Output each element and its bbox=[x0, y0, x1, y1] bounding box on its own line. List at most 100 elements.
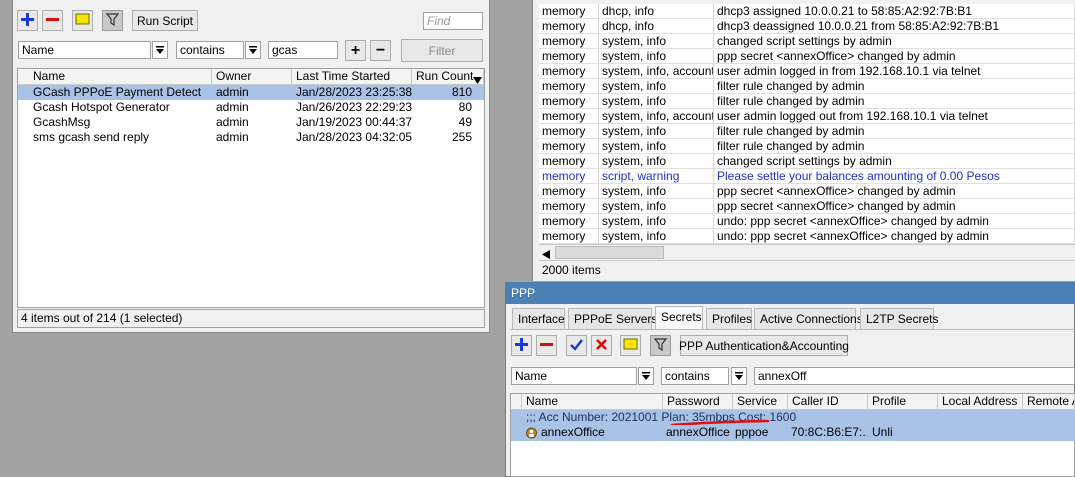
script-name: GCash PPPoE Payment Detect bbox=[33, 85, 202, 99]
log-buffer: memory bbox=[539, 229, 599, 243]
table-row[interactable]: Gcash Hotspot Generator admin Jan/26/2023 … bbox=[18, 100, 484, 115]
x-icon bbox=[595, 338, 608, 354]
table-row[interactable]: GCash PPPoE Payment Detect admin Jan/28/20… bbox=[18, 85, 484, 100]
log-row[interactable]: memory system, info, account user admin lo… bbox=[539, 64, 1075, 79]
log-message: filter rule changed by admin bbox=[714, 94, 1075, 108]
remove-filter-button[interactable]: − bbox=[370, 40, 391, 61]
tab-profiles[interactable]: Profiles bbox=[706, 308, 752, 330]
ppp-titlebar[interactable]: PPP bbox=[505, 282, 1075, 304]
log-topics: system, info bbox=[599, 94, 714, 108]
log-row[interactable]: memory system, info ppp secret <annexOffic… bbox=[539, 49, 1075, 64]
find-input[interactable]: Find bbox=[423, 12, 483, 30]
column-header-last-started[interactable]: Last Time Started bbox=[292, 69, 412, 85]
log-buffer: memory bbox=[539, 199, 599, 213]
log-row[interactable]: memory script, warning Please settle your … bbox=[539, 169, 1075, 184]
ppp-disable-button[interactable] bbox=[591, 335, 612, 356]
ppp-filter-field-dropdown[interactable] bbox=[638, 367, 654, 385]
log-buffer: memory bbox=[539, 214, 599, 228]
script-last-started: Jan/26/2023 22:29:23 bbox=[296, 100, 413, 114]
add-button[interactable] bbox=[17, 10, 38, 31]
ppp-auth-accounting-button[interactable]: PPP Authentication&Accounting bbox=[679, 335, 849, 356]
script-owner: admin bbox=[216, 85, 249, 99]
ppp-column-header-local-address[interactable]: Local Address bbox=[938, 394, 1023, 410]
filter-value-input[interactable]: gcas bbox=[268, 41, 338, 59]
log-topics: system, info bbox=[599, 139, 714, 153]
log-message: undo: ppp secret <annexOffice> changed b… bbox=[714, 214, 1075, 228]
run-script-button[interactable]: Run Script bbox=[132, 10, 198, 31]
log-row[interactable]: memory system, info filter rule changed by… bbox=[539, 79, 1075, 94]
log-row[interactable]: memory system, info filter rule changed by… bbox=[539, 139, 1075, 154]
remove-button[interactable] bbox=[42, 10, 63, 31]
filter-operator-select[interactable]: contains bbox=[176, 41, 244, 59]
log-topics: system, info bbox=[599, 79, 714, 93]
log-row[interactable]: memory system, info changed script setting… bbox=[539, 34, 1075, 49]
table-row[interactable]: sms gcash send reply admin Jan/28/2023 04:… bbox=[18, 130, 484, 145]
log-buffer: memory bbox=[539, 64, 599, 78]
log-horizontal-scrollbar[interactable] bbox=[539, 244, 1075, 260]
note-icon bbox=[75, 13, 90, 28]
log-topics: system, info bbox=[599, 34, 714, 48]
script-run-count: 255 bbox=[451, 130, 472, 144]
log-row[interactable]: memory system, info ppp secret <annexOffic… bbox=[539, 199, 1075, 214]
log-row[interactable]: memory system, info ppp secret <annexOffic… bbox=[539, 184, 1075, 199]
ppp-column-header-remote-address[interactable]: Remote Ad bbox=[1023, 394, 1075, 410]
add-filter-button[interactable]: + bbox=[345, 40, 366, 61]
filter-toggle-button[interactable] bbox=[102, 10, 123, 31]
ppp-filter-operator-dropdown[interactable] bbox=[731, 367, 747, 385]
log-row[interactable]: memory system, info undo: ppp secret <anne… bbox=[539, 214, 1075, 229]
ppp-filter-operator-select[interactable]: contains bbox=[661, 367, 729, 385]
ppp-column-header-checkbox[interactable] bbox=[511, 394, 522, 410]
log-row[interactable]: memory system, info undo: ppp secret <anne… bbox=[539, 229, 1075, 244]
log-message: undo: ppp secret <annexOffice> changed b… bbox=[714, 229, 1075, 243]
ppp-column-header-service[interactable]: Service bbox=[733, 394, 788, 410]
log-row[interactable]: memory system, info filter rule changed by… bbox=[539, 94, 1075, 109]
log-message: user admin logged out from 192.168.10.1 … bbox=[714, 109, 1075, 123]
ppp-column-header-caller-id[interactable]: Caller ID bbox=[788, 394, 868, 410]
tab-secrets[interactable]: Secrets bbox=[655, 306, 703, 330]
ppp-secret-row[interactable]: annexOffice annexOffice pppoe 70:8C:B6:E… bbox=[511, 425, 1075, 441]
log-message: dhcp3 assigned 10.0.0.21 to 58:85:A2:92:… bbox=[714, 4, 1075, 18]
ppp-enable-button[interactable] bbox=[566, 335, 587, 356]
ppp-comment-row[interactable]: ;;; Acc Number: 2021001 Plan: 35mbps Cos… bbox=[511, 410, 1075, 425]
minus-icon: − bbox=[375, 41, 386, 59]
log-buffer: memory bbox=[539, 124, 599, 138]
log-status-text: 2000 items bbox=[542, 263, 601, 277]
log-row[interactable]: memory dhcp, info dhcp3 deassigned 10.0.0.… bbox=[539, 19, 1075, 34]
ppp-remove-button[interactable] bbox=[536, 335, 557, 356]
table-row[interactable]: GcashMsg admin Jan/19/2023 00:44:37 49 bbox=[18, 115, 484, 130]
plus-icon bbox=[515, 337, 528, 354]
tab-pppoe-servers[interactable]: PPPoE Servers bbox=[568, 308, 657, 330]
ppp-column-header-profile[interactable]: Profile bbox=[868, 394, 938, 410]
ppp-secret-caller-id: 70:8C:B6:E7:... bbox=[791, 425, 867, 439]
filter-button[interactable]: Filter bbox=[401, 39, 483, 62]
script-owner: admin bbox=[216, 115, 249, 129]
log-topics: system, info bbox=[599, 154, 714, 168]
ppp-add-button[interactable] bbox=[511, 335, 532, 356]
log-row[interactable]: memory system, info filter rule changed by… bbox=[539, 124, 1075, 139]
minus-icon bbox=[540, 338, 553, 354]
log-buffer: memory bbox=[539, 184, 599, 198]
log-row[interactable]: memory dhcp, info dhcp3 assigned 10.0.0.21… bbox=[539, 4, 1075, 19]
ppp-comment-button[interactable] bbox=[620, 335, 641, 356]
ppp-column-header-password[interactable]: Password bbox=[663, 394, 733, 410]
tab-l2tp-secrets[interactable]: L2TP Secrets bbox=[860, 308, 938, 330]
tab-interface[interactable]: Interface bbox=[512, 308, 565, 330]
tab-active-connections[interactable]: Active Connections bbox=[754, 308, 863, 330]
column-header-owner[interactable]: Owner bbox=[212, 69, 292, 85]
comment-button[interactable] bbox=[72, 10, 93, 31]
ppp-filter-value-input[interactable]: annexOff bbox=[754, 367, 1075, 385]
log-row[interactable]: memory system, info changed script setting… bbox=[539, 154, 1075, 169]
column-header-name[interactable]: Name bbox=[29, 69, 212, 85]
funnel-icon bbox=[105, 12, 120, 29]
ppp-filter-field-select[interactable]: Name bbox=[511, 367, 637, 385]
scroll-thumb[interactable] bbox=[555, 246, 664, 259]
script-run-count: 80 bbox=[458, 100, 472, 114]
ppp-filter-toggle-button[interactable] bbox=[650, 335, 671, 356]
script-name: Gcash Hotspot Generator bbox=[33, 100, 170, 114]
log-buffer: memory bbox=[539, 79, 599, 93]
log-row[interactable]: memory system, info, account user admin lo… bbox=[539, 109, 1075, 124]
filter-field-dropdown[interactable] bbox=[152, 41, 168, 59]
filter-field-select[interactable]: Name bbox=[18, 41, 151, 59]
ppp-column-header-name[interactable]: Name bbox=[522, 394, 663, 410]
filter-operator-dropdown[interactable] bbox=[245, 41, 261, 59]
